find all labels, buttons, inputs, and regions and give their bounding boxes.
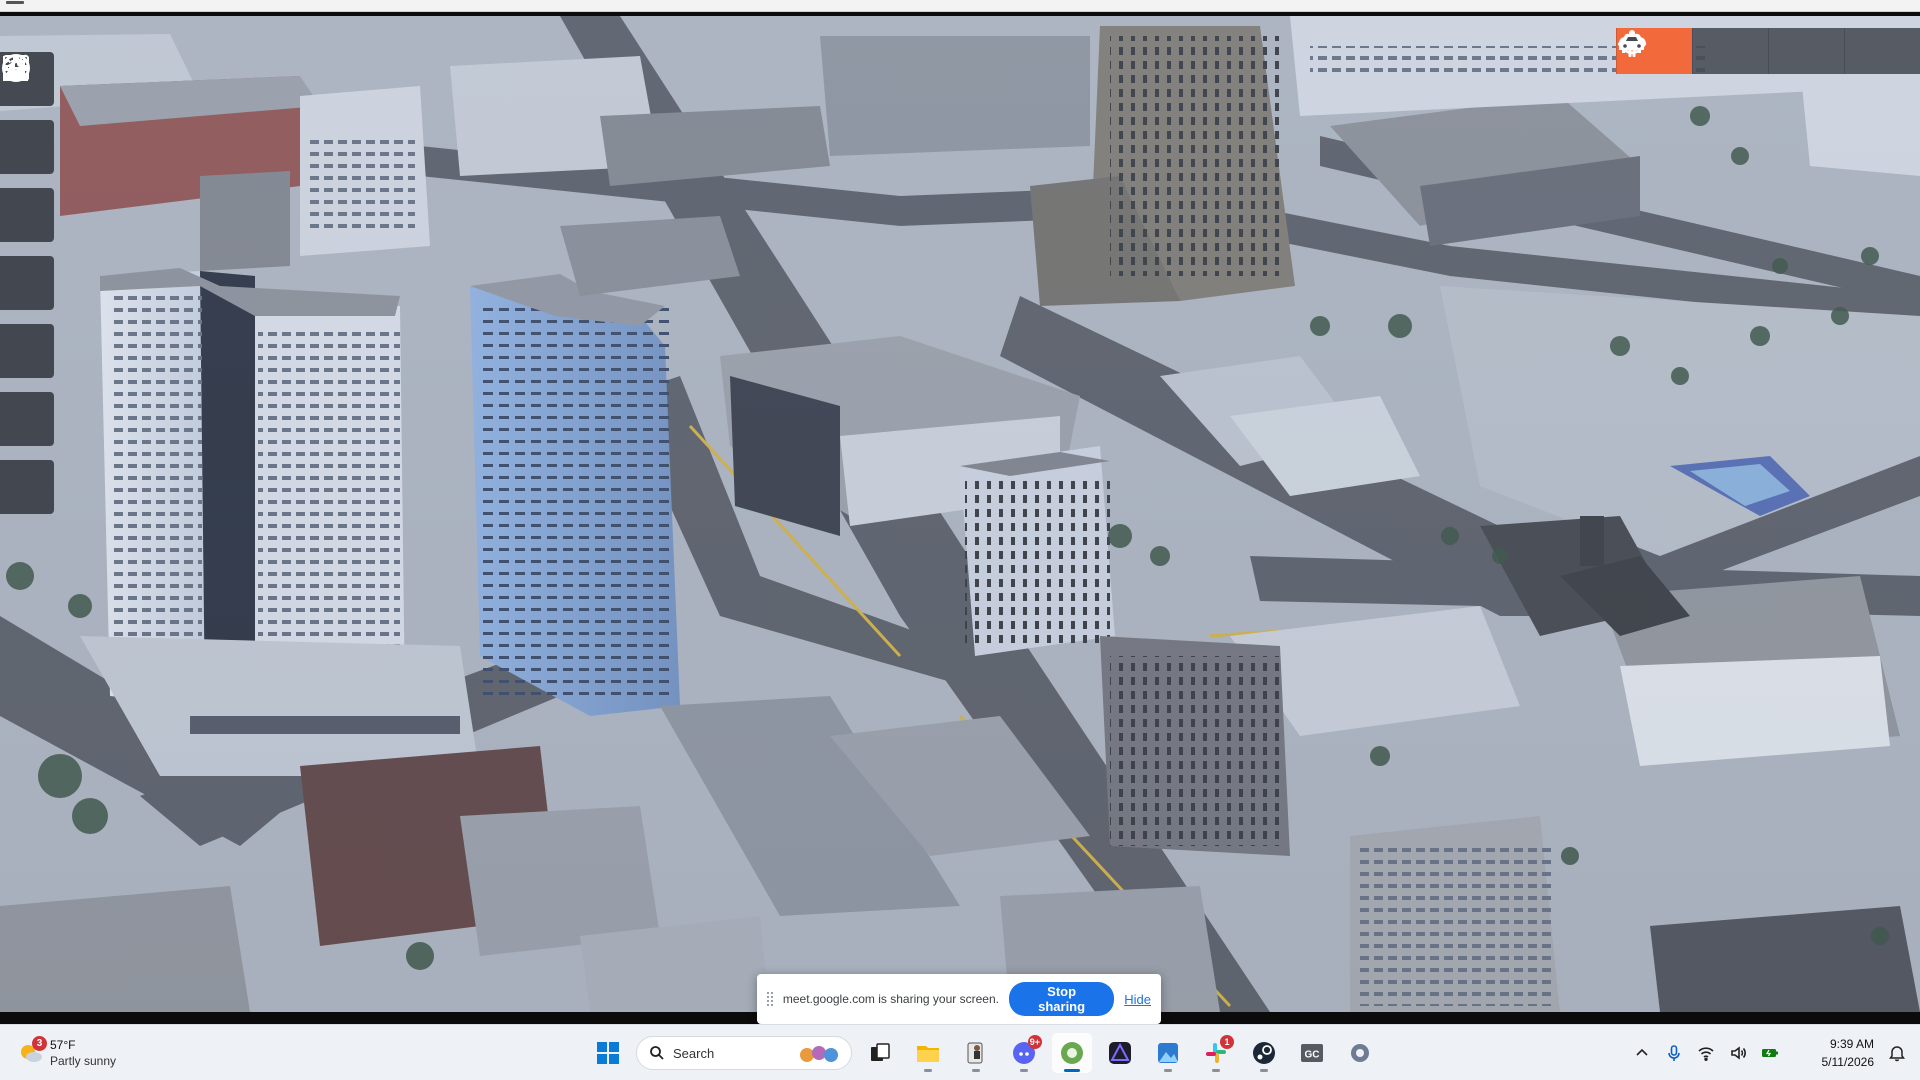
weather-widget[interactable]: 3 57°F Partly sunny: [18, 1034, 148, 1072]
sun-settings-button[interactable]: [0, 55, 54, 242]
share-message: meet.google.com is sharing your screen.: [782, 992, 999, 1006]
layers-list-button[interactable]: [0, 59, 54, 378]
running-indicator: [1020, 1069, 1028, 1072]
discord-button[interactable]: 9+: [1004, 1033, 1044, 1073]
hide-link[interactable]: Hide: [1124, 992, 1151, 1007]
running-indicator: [1260, 1069, 1268, 1072]
search-placeholder: Search: [673, 1045, 715, 1061]
pedestrian-mode-button[interactable]: [1628, 28, 1844, 74]
browser-top-strip: [0, 0, 1920, 12]
visibility-mode-button[interactable]: [1617, 28, 1768, 74]
city-scene: [0, 16, 1920, 1012]
discord-badge: 9+: [1027, 1035, 1042, 1049]
volume-button[interactable]: [1725, 1040, 1751, 1066]
clock-time: 9:39 AM: [1829, 1037, 1874, 1051]
battery-button[interactable]: [1757, 1040, 1783, 1066]
drag-handle[interactable]: [767, 992, 773, 1006]
start-button[interactable]: [588, 1033, 628, 1073]
browser-icon: [1061, 1042, 1083, 1064]
microphone-button[interactable]: [1661, 1040, 1687, 1066]
affinity-icon: [1109, 1042, 1131, 1064]
microphone-icon: [1668, 1045, 1680, 1061]
clock-date: 5/11/2026: [1821, 1055, 1875, 1069]
notification-center-button[interactable]: [1882, 1038, 1912, 1068]
taskbar-apps: Search 9+ 1 GC: [588, 1031, 1380, 1075]
steam-icon: [1253, 1042, 1275, 1064]
car-icon: [1619, 36, 1644, 53]
screen: meet.google.com is sharing your screen. …: [0, 0, 1920, 1080]
speaker-icon: [1731, 1046, 1746, 1060]
notepad-person-icon: [967, 1042, 983, 1064]
wifi-icon: [1698, 1047, 1714, 1062]
taskbar: 3 57°F Partly sunny Search 9+ 1 GC 9:39 …: [0, 1024, 1920, 1080]
running-indicator: [1164, 1069, 1172, 1072]
task-view-icon: [871, 1043, 890, 1061]
wifi-button[interactable]: [1693, 1040, 1719, 1066]
running-indicator: [972, 1069, 980, 1072]
windows-logo-icon: [597, 1042, 619, 1064]
clock[interactable]: 9:39 AM 5/11/2026: [1794, 1035, 1875, 1071]
gc-icon-label: GC: [1305, 1050, 1320, 1061]
battery-charging-icon: [1762, 1049, 1778, 1057]
terrain-button[interactable]: [0, 54, 54, 310]
audio-button[interactable]: [0, 54, 54, 514]
stop-sharing-button[interactable]: Stop sharing: [1008, 982, 1115, 1016]
folder-icon: [917, 1046, 939, 1062]
settings-button[interactable]: [1340, 1033, 1380, 1073]
show-hidden-icons-button[interactable]: [1629, 1040, 1655, 1066]
gear-icon: [1351, 1044, 1369, 1062]
running-indicator: [1212, 1069, 1220, 1072]
browser-button[interactable]: [1052, 1033, 1092, 1073]
search-icon: [650, 1046, 664, 1060]
weather-temperature: 57°F: [50, 1038, 76, 1052]
aperture-button[interactable]: [0, 55, 54, 174]
slack-button[interactable]: 1: [1196, 1033, 1236, 1073]
screen-share-bar: meet.google.com is sharing your screen. …: [757, 974, 1161, 1024]
chevron-up-icon: [1636, 1048, 1648, 1056]
slack-badge: 1: [1220, 1035, 1234, 1049]
view-mode-toolbar: [1616, 28, 1920, 74]
weather-condition: Partly sunny: [50, 1054, 117, 1068]
file-explorer-button[interactable]: [908, 1033, 948, 1073]
notification-bell-icon: [1889, 1046, 1905, 1062]
focused-indicator: [1064, 1069, 1080, 1072]
photos-button[interactable]: [1148, 1033, 1188, 1073]
city-3d-viewport[interactable]: [0, 16, 1920, 1012]
system-tray: 9:39 AM 5/11/2026: [1626, 1025, 1920, 1080]
photos-icon: [1158, 1043, 1178, 1063]
drive-mode-button[interactable]: [1619, 28, 1920, 74]
statistics-button[interactable]: [0, 56, 54, 446]
running-indicator: [924, 1069, 932, 1072]
affinity-button[interactable]: [1100, 1033, 1140, 1073]
weather-badge: 3: [32, 1036, 47, 1051]
search-highlight-icon: [800, 1046, 838, 1062]
music-note-icon: [2, 54, 30, 82]
left-toolbar: [0, 52, 54, 514]
steam-button[interactable]: [1244, 1033, 1284, 1073]
taskbar-search-input[interactable]: Search: [636, 1036, 852, 1070]
task-view-button[interactable]: [860, 1033, 900, 1073]
gc-icon: GC: [1301, 1044, 1323, 1062]
menu-icon[interactable]: [6, 1, 24, 4]
gc-button[interactable]: GC: [1292, 1033, 1332, 1073]
notepad-button[interactable]: [956, 1033, 996, 1073]
